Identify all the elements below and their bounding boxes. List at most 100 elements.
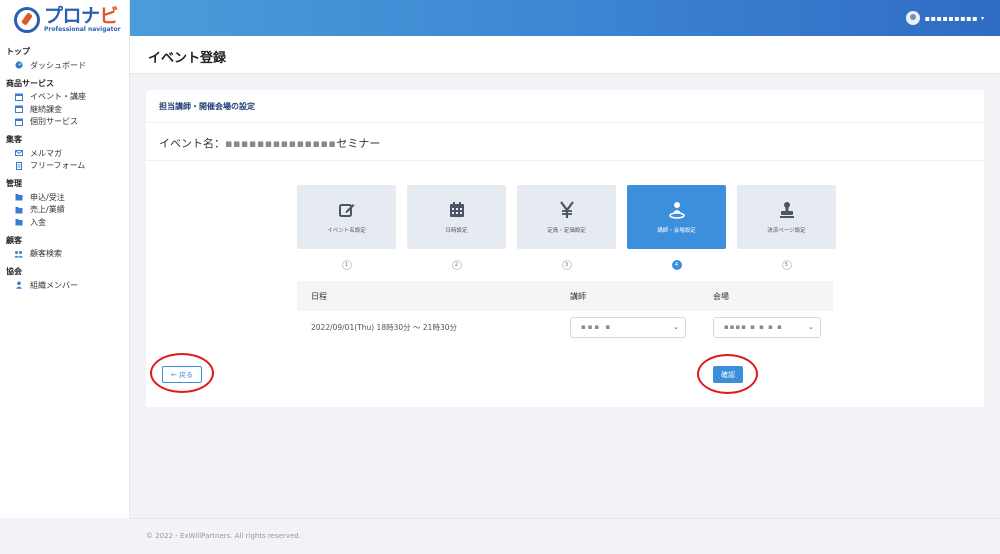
- step-payment-page[interactable]: 決済ページ設定 5: [737, 185, 836, 270]
- sidebar: プロナビ Professional navigator トップ ダッシュボード …: [0, 0, 130, 518]
- chevron-down-icon: ⌄: [808, 323, 814, 331]
- page-title: イベント登録: [148, 51, 227, 66]
- instructor-select-value: ▪▪▪ ▪: [581, 323, 613, 331]
- sidebar-item-label: ダッシュボード: [30, 60, 86, 70]
- sidebar-item-dashboard[interactable]: ダッシュボード: [0, 59, 129, 72]
- settings-card: 担当講師・開催会場の設定 イベント名：▪▪▪▪▪▪▪▪▪▪▪▪▪▪セミナー イベ…: [146, 90, 984, 407]
- user-icon: [14, 281, 23, 290]
- sidebar-item-label: フリーフォーム: [30, 161, 86, 171]
- venue-select[interactable]: ▪▪▪▪ ▪ ▪ ▪ ▪ ⌄: [713, 316, 821, 338]
- nav-group-marketing: 集客 メルマガ フリーフォーム: [0, 128, 129, 172]
- event-name-suffix: セミナー: [336, 137, 381, 150]
- nav-group-title: 顧客: [6, 235, 22, 245]
- sidebar-item-label: 継続課金: [30, 104, 62, 114]
- sidebar-item-individual-service[interactable]: 個別サービス: [0, 116, 129, 129]
- sidebar-item-label: メルマガ: [30, 148, 62, 158]
- step-number: 2: [451, 260, 462, 270]
- step-label: イベント名設定: [327, 228, 366, 234]
- annotation-circle-confirm: [697, 354, 758, 394]
- logo[interactable]: プロナビ Professional navigator: [0, 0, 129, 40]
- nav-group-products: 商品サービス イベント・講座 継続課金 個別サービス: [0, 72, 129, 129]
- logo-main-text: プロナ: [44, 5, 100, 27]
- sidebar-item-label: 売上/業績: [30, 205, 65, 215]
- user-menu[interactable]: ▪▪▪▪▪▪▪▪▪ ▾: [905, 11, 984, 25]
- chevron-down-icon: ▾: [980, 14, 984, 22]
- avatar-icon: [905, 11, 920, 25]
- sidebar-item-subscription[interactable]: 継続課金: [0, 103, 129, 116]
- step-box[interactable]: 講師・会場設定: [627, 185, 726, 249]
- step-label: 決済ページ設定: [767, 228, 806, 234]
- step-box[interactable]: イベント名設定: [297, 185, 396, 249]
- title-bar: イベント登録: [130, 36, 1000, 74]
- step-box[interactable]: 定員・定価設定: [517, 185, 616, 249]
- step-box[interactable]: 日時設定: [407, 185, 506, 249]
- event-name-value-blurred: ▪▪▪▪▪▪▪▪▪▪▪▪▪▪: [225, 137, 337, 150]
- footer: © 2022 - ExWillPartners. All rights rese…: [130, 518, 1000, 554]
- step-label: 日時設定: [445, 228, 468, 234]
- column-header-venue: 会場: [713, 291, 729, 301]
- chevron-down-icon: ⌄: [673, 323, 679, 331]
- nav-group-association: 協会 組織メンバー: [0, 260, 129, 292]
- wizard-steps: イベント名設定 1 日時設定 2 定員・定価設定 3 講師・会場設定 4 決済ペ…: [297, 185, 836, 270]
- column-header-date: 日程: [311, 291, 327, 301]
- table-header: 日程 講師 会場: [297, 281, 833, 311]
- sidebar-item-newsletter[interactable]: メルマガ: [0, 147, 129, 160]
- sidebar-item-sales[interactable]: 売上/業績: [0, 204, 129, 217]
- calendar-icon: [14, 117, 23, 126]
- step-number: 4: [671, 260, 682, 270]
- sidebar-item-customer-search[interactable]: 顧客検索: [0, 248, 129, 261]
- nav-group-title: 管理: [6, 179, 22, 188]
- card-heading: 担当講師・開催会場の設定: [146, 90, 984, 123]
- step-label: 講師・会場設定: [657, 228, 696, 234]
- nav-group-title: トップ: [6, 47, 30, 56]
- step-box[interactable]: 決済ページ設定: [737, 185, 836, 249]
- stamp-icon: [778, 200, 796, 220]
- step-number: 5: [781, 260, 792, 270]
- step-number: 1: [341, 260, 352, 270]
- sidebar-item-label: 組織メンバー: [30, 280, 78, 290]
- annotation-circle-back: [150, 353, 214, 393]
- event-name-label: イベント名：: [159, 137, 225, 150]
- sidebar-item-label: 申込/受注: [30, 192, 65, 202]
- step-number: 3: [561, 260, 572, 270]
- venue-select-value: ▪▪▪▪ ▪ ▪ ▪ ▪: [724, 323, 783, 331]
- calendar-icon: [14, 92, 23, 101]
- sidebar-item-freeform[interactable]: フリーフォーム: [0, 160, 129, 173]
- step-capacity-price[interactable]: 定員・定価設定 3: [517, 185, 616, 270]
- sidebar-item-label: 顧客検索: [30, 249, 62, 259]
- table-row: 2022/09/01(Thu) 18時30分 ～ 21時30分 ▪▪▪ ▪ ⌄ …: [297, 311, 833, 343]
- step-datetime[interactable]: 日時設定 2: [407, 185, 506, 270]
- schedule-table: 日程 講師 会場 2022/09/01(Thu) 18時30分 ～ 21時30分…: [297, 281, 833, 343]
- sidebar-item-orders[interactable]: 申込/受注: [0, 191, 129, 204]
- edit-icon: [338, 200, 356, 220]
- instructor-select[interactable]: ▪▪▪ ▪ ⌄: [570, 316, 686, 338]
- sidebar-item-members[interactable]: 組織メンバー: [0, 279, 129, 292]
- sidebar-item-events[interactable]: イベント・講座: [0, 91, 129, 104]
- users-icon: [14, 249, 23, 258]
- dashboard-icon: [14, 61, 23, 70]
- folder-icon: [14, 193, 23, 202]
- step-event-name[interactable]: イベント名設定 1: [297, 185, 396, 270]
- event-name: イベント名：▪▪▪▪▪▪▪▪▪▪▪▪▪▪セミナー: [146, 123, 984, 161]
- nav-group-management: 管理 申込/受注 売上/業績 入金: [0, 172, 129, 229]
- logo-subtitle: Professional navigator: [44, 26, 121, 33]
- calendar-grid-icon: [448, 200, 466, 220]
- user-name: ▪▪▪▪▪▪▪▪▪: [924, 13, 978, 23]
- nav-group-title: 商品サービス: [6, 78, 54, 88]
- sidebar-item-label: イベント・講座: [30, 92, 86, 102]
- yen-icon: [558, 200, 576, 220]
- nav-group-customers: 顧客 顧客検索: [0, 229, 129, 261]
- mail-icon: [14, 149, 23, 158]
- sidebar-item-label: 個別サービス: [30, 117, 78, 127]
- sidebar-item-label: 入金: [30, 217, 46, 227]
- step-label: 定員・定価設定: [547, 228, 586, 234]
- sidebar-item-payments[interactable]: 入金: [0, 216, 129, 229]
- logo-accent-text: ビ: [99, 5, 119, 27]
- step-instructor-venue[interactable]: 講師・会場設定 4: [627, 185, 726, 270]
- column-header-instructor: 講師: [570, 291, 586, 301]
- copyright-text: © 2022 - ExWillPartners. All rights rese…: [146, 532, 301, 540]
- schedule-date: 2022/09/01(Thu) 18時30分 ～ 21時30分: [311, 322, 457, 332]
- compass-logo-icon: [14, 7, 40, 33]
- document-icon: [14, 161, 23, 170]
- nav-group-title: 協会: [6, 267, 22, 276]
